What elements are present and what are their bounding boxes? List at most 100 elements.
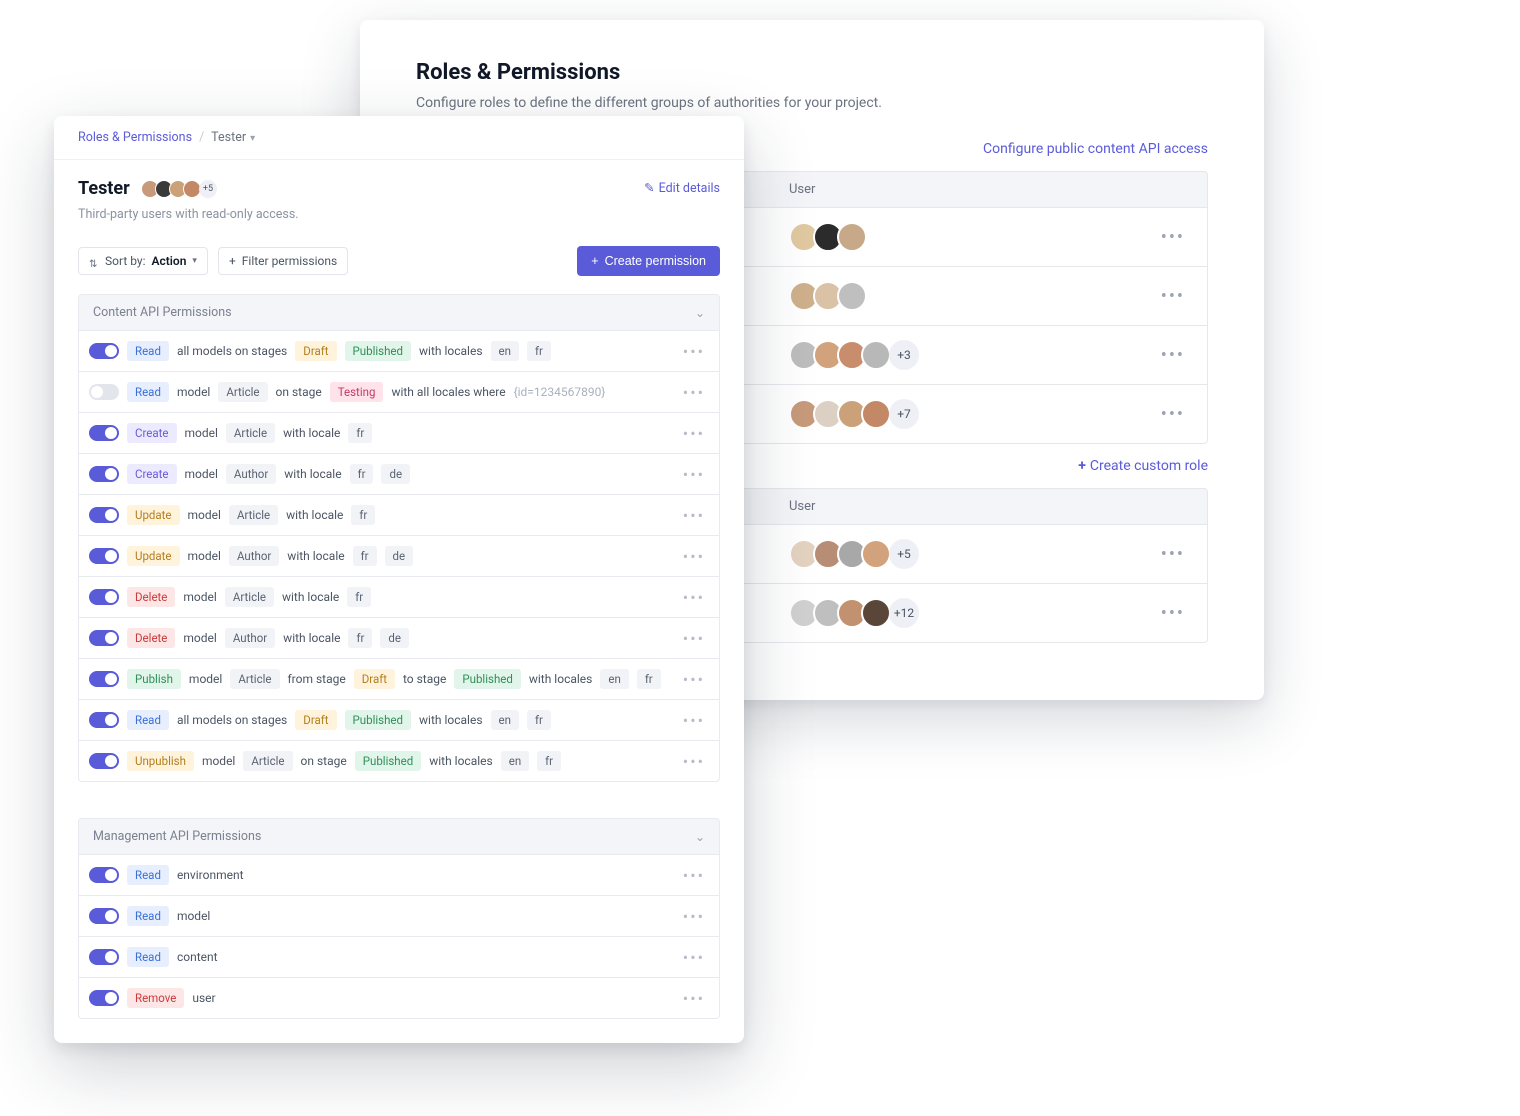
row-actions-button[interactable]: •••: [683, 342, 705, 361]
model-badge: Article: [225, 587, 274, 607]
permission-toggle[interactable]: [89, 425, 119, 441]
stage-badge: Draft: [354, 669, 395, 689]
row-actions-button[interactable]: •••: [683, 383, 705, 402]
permission-text: with locales: [429, 754, 493, 768]
configure-api-access-link[interactable]: Configure public content API access: [983, 141, 1208, 157]
permission-toggle[interactable]: [89, 990, 119, 1006]
permission-text: model: [189, 672, 222, 686]
action-badge: Update: [127, 546, 180, 566]
breadcrumb: Roles & Permissions / Tester▾: [54, 116, 744, 160]
permission-row: Removeuser•••: [78, 978, 720, 1019]
permission-toggle[interactable]: [89, 671, 119, 687]
permission-toggle[interactable]: [89, 908, 119, 924]
row-actions-button[interactable]: •••: [1157, 227, 1189, 248]
permission-condition: {id=1234567890}: [514, 385, 606, 399]
locale-badge: en: [491, 710, 519, 730]
row-actions-button[interactable]: •••: [683, 711, 705, 730]
page-subtitle: Configure roles to define the different …: [416, 95, 1208, 111]
row-actions-button[interactable]: •••: [1157, 603, 1189, 624]
permission-text: model: [188, 508, 221, 522]
row-actions-button[interactable]: •••: [683, 506, 705, 525]
permission-text: model: [177, 909, 210, 923]
locale-badge: en: [600, 669, 628, 689]
permission-toggle[interactable]: [89, 630, 119, 646]
permission-text: model: [185, 426, 218, 440]
locale-badge: fr: [347, 587, 371, 607]
action-badge: Unpublish: [127, 751, 194, 771]
action-badge: Read: [127, 382, 169, 402]
permission-text: environment: [177, 868, 244, 882]
breadcrumb-current[interactable]: Tester▾: [211, 130, 255, 145]
row-actions-button[interactable]: •••: [1157, 404, 1189, 425]
permission-toggle[interactable]: [89, 343, 119, 359]
sort-by-select[interactable]: Sort by: Action ▾: [78, 247, 208, 275]
plus-icon: +: [229, 254, 236, 268]
permission-text: with locales: [529, 672, 593, 686]
edit-details-link[interactable]: ✎Edit details: [644, 180, 720, 196]
user-column-header: User: [789, 499, 1189, 514]
row-actions-button[interactable]: •••: [1157, 544, 1189, 565]
model-badge: Article: [243, 751, 292, 771]
action-badge: Read: [127, 341, 169, 361]
permission-row: CreatemodelAuthorwith localefrde•••: [78, 454, 720, 495]
stage-badge: Draft: [295, 710, 336, 730]
permission-text: model: [177, 385, 210, 399]
stage-badge: Testing: [330, 382, 384, 402]
row-actions-button[interactable]: •••: [683, 588, 705, 607]
permission-toggle[interactable]: [89, 507, 119, 523]
permission-row: CreatemodelArticlewith localefr•••: [78, 413, 720, 454]
avatar: [861, 539, 891, 569]
row-actions-button[interactable]: •••: [683, 547, 705, 566]
permission-text: with all locales where: [391, 385, 505, 399]
breadcrumb-root[interactable]: Roles & Permissions: [78, 130, 192, 145]
avatar: [861, 340, 891, 370]
permission-text: with locales: [419, 713, 483, 727]
row-actions-button[interactable]: •••: [683, 907, 705, 926]
permission-toggle[interactable]: [89, 712, 119, 728]
permission-toggle[interactable]: [89, 867, 119, 883]
row-actions-button[interactable]: •••: [683, 752, 705, 771]
permission-row: UpdatemodelAuthorwith localefrde•••: [78, 536, 720, 577]
permission-toggle[interactable]: [89, 384, 119, 400]
row-actions-button[interactable]: •••: [683, 424, 705, 443]
permission-text: with locale: [287, 549, 344, 563]
row-actions-button[interactable]: •••: [683, 629, 705, 648]
chevron-down-icon: ▾: [250, 133, 255, 144]
action-badge: Create: [127, 464, 177, 484]
permission-text: model: [202, 754, 235, 768]
locale-badge: fr: [637, 669, 661, 689]
chevron-down-icon: ▾: [192, 256, 197, 266]
locale-badge: fr: [527, 710, 551, 730]
permission-toggle[interactable]: [89, 589, 119, 605]
row-actions-button[interactable]: •••: [1157, 345, 1189, 366]
permission-text: model: [185, 467, 218, 481]
permission-row: Readmodel•••: [78, 896, 720, 937]
action-badge: Delete: [127, 628, 175, 648]
permission-toggle[interactable]: [89, 466, 119, 482]
row-actions-button[interactable]: •••: [683, 670, 705, 689]
row-actions-button[interactable]: •••: [683, 989, 705, 1008]
permission-text: with locale: [283, 631, 340, 645]
role-description: Third-party users with read-only access.: [78, 207, 720, 222]
permission-row: DeletemodelAuthorwith localefrde•••: [78, 618, 720, 659]
locale-badge: fr: [353, 546, 377, 566]
filter-permissions-button[interactable]: + Filter permissions: [218, 247, 348, 275]
action-badge: Delete: [127, 587, 175, 607]
locale-badge: fr: [351, 505, 375, 525]
action-badge: Read: [127, 710, 169, 730]
row-actions-button[interactable]: •••: [1157, 286, 1189, 307]
permission-row: UpdatemodelArticlewith localefr•••: [78, 495, 720, 536]
row-actions-button[interactable]: •••: [683, 948, 705, 967]
create-custom-role-link[interactable]: +Create custom role: [1078, 458, 1208, 474]
content-api-section-header[interactable]: Content API Permissions ⌄: [78, 294, 720, 331]
create-permission-button[interactable]: + Create permission: [577, 246, 720, 276]
row-actions-button[interactable]: •••: [683, 465, 705, 484]
permission-toggle[interactable]: [89, 949, 119, 965]
model-badge: Author: [226, 464, 276, 484]
permission-row: UnpublishmodelArticleon stagePublishedwi…: [78, 741, 720, 782]
row-actions-button[interactable]: •••: [683, 866, 705, 885]
management-api-section-header[interactable]: Management API Permissions ⌄: [78, 818, 720, 855]
permission-toggle[interactable]: [89, 753, 119, 769]
action-badge: Publish: [127, 669, 181, 689]
permission-toggle[interactable]: [89, 548, 119, 564]
